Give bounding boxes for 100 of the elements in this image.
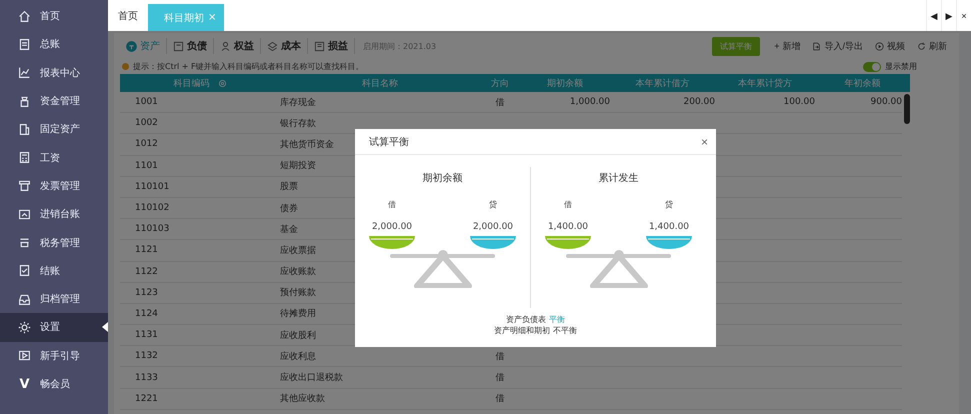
- receipt-icon: [18, 179, 31, 192]
- layers-icon: [267, 40, 278, 52]
- table-cell: 1221: [135, 394, 158, 404]
- sidebar-item[interactable]: 进销台账: [0, 200, 108, 228]
- table-cell-text: 基金: [280, 224, 298, 236]
- table-cell-text: 借: [496, 372, 504, 384]
- period-label: 启用期间：2021.03: [363, 40, 436, 52]
- table-cell-text: 债券: [280, 202, 298, 215]
- gear-icon: [18, 320, 31, 334]
- sidebar-item[interactable]: 新手引导: [0, 342, 108, 370]
- toggle-switch[interactable]: [863, 62, 881, 72]
- table-cell: 1001: [135, 97, 158, 108]
- sidebar-item[interactable]: 资金管理: [0, 86, 108, 116]
- column-header: 科目名称: [362, 78, 398, 90]
- pointer-icon: [102, 322, 108, 332]
- table-cell-text: 应收账款: [280, 266, 316, 278]
- table-cell-text: 应收股利: [280, 330, 316, 342]
- info-icon: [122, 63, 129, 70]
- table-cell-text: 待摊费用: [280, 308, 316, 320]
- table-cell: 200.00: [684, 97, 715, 108]
- table-cell-text: 应收利息: [280, 350, 316, 363]
- section-title: 期初余额: [422, 172, 464, 185]
- toggle-label: 显示禁用: [885, 61, 917, 72]
- screen-icon: [18, 208, 31, 221]
- scrollbar[interactable]: [904, 94, 910, 124]
- chart-icon: [18, 66, 31, 80]
- debit-amount: 2,000.00: [372, 222, 412, 232]
- table-cell: 1101: [135, 160, 158, 171]
- table-cell: 1012: [135, 139, 158, 150]
- table-cell: 1123: [135, 288, 158, 298]
- table-cell-text: 借: [496, 350, 504, 363]
- sidebar-item[interactable]: 报表中心: [0, 58, 108, 87]
- calculator-icon: [18, 151, 31, 164]
- table-cell-text: 应收出口退税款: [280, 372, 343, 384]
- column-header: 本年累计贷方: [738, 78, 792, 90]
- sidebar-item[interactable]: 发票管理: [0, 172, 108, 200]
- debit-label: 借: [564, 199, 572, 210]
- tip-text: 提示：按Ctrl + F键并输入科目编码或者科目名称可以查找科目。: [133, 61, 364, 72]
- table-cell: 1122: [135, 266, 158, 277]
- section-title: 累计发生: [598, 172, 640, 185]
- table-cell: 1132: [135, 351, 158, 362]
- toolbar-button[interactable]: 刷新: [911, 40, 953, 52]
- table-cell-text: 其他货币资金: [280, 138, 334, 151]
- play-icon: [875, 42, 884, 50]
- table-cell-text: 银行存款: [280, 118, 316, 130]
- close-button[interactable]: ×: [700, 134, 708, 148]
- table-cell: 110101: [135, 182, 170, 192]
- sidebar-item[interactable]: 归档管理: [0, 284, 108, 314]
- list-icon: [173, 40, 184, 52]
- category-tab[interactable]: 成本: [261, 38, 308, 54]
- sidebar-item[interactable]: 首页: [0, 2, 108, 30]
- coin-icon: [126, 40, 137, 52]
- table-cell: 900.00: [870, 97, 902, 108]
- sidebar-item[interactable]: 税务管理: [0, 228, 108, 257]
- refresh-icon: [917, 42, 926, 50]
- sidebar-item[interactable]: 固定资产: [0, 115, 108, 144]
- credit-amount: 2,000.00: [472, 222, 514, 232]
- toolbar-button[interactable]: 视频: [869, 40, 911, 52]
- category-tab[interactable]: 负债: [167, 38, 214, 54]
- page-tab[interactable]: 首页: [108, 0, 148, 31]
- tray-icon: [18, 292, 31, 306]
- toolbar-button[interactable]: + 新增: [768, 40, 806, 52]
- toolbar-button[interactable]: 导入/导出: [806, 40, 869, 52]
- result-text: 资产负债表 平衡: [505, 314, 566, 325]
- table-cell-text: 借: [496, 393, 504, 406]
- sidebar-item[interactable]: V 畅会员: [0, 370, 108, 398]
- person-icon: [220, 40, 231, 52]
- result-text: 资产明细和期初 不平衡: [493, 325, 578, 336]
- column-header: 方向: [491, 78, 509, 90]
- table-cell-text: 短期投资: [280, 160, 316, 172]
- bag-icon: [18, 94, 31, 108]
- settings-icon[interactable]: [218, 78, 226, 88]
- credit-amount: 1,400.00: [648, 222, 690, 232]
- credit-label: 贷: [665, 199, 673, 210]
- table-cell-text: 股票: [280, 180, 298, 194]
- category-tab[interactable]: 损益: [308, 38, 355, 54]
- sidebar-item[interactable]: 工资: [0, 143, 108, 172]
- table-cell: 1121: [135, 245, 158, 256]
- table-cell: 1002: [135, 118, 158, 128]
- table-cell-text: 应收票据: [280, 244, 316, 257]
- table-cell: 1133: [135, 372, 158, 383]
- table-cell: 110103: [135, 224, 170, 234]
- house-icon: [18, 10, 31, 23]
- table-cell-text: 其他应收款: [280, 392, 325, 406]
- category-tab[interactable]: 权益: [214, 38, 261, 54]
- stack-icon: [18, 236, 31, 250]
- dialog-title: 试算平衡: [369, 136, 409, 148]
- list-icon: [314, 40, 325, 52]
- table-cell: 1,000.00: [570, 97, 610, 108]
- play-icon: [18, 349, 31, 362]
- sidebar-item[interactable]: 设置: [0, 313, 108, 342]
- credit-label: 贷: [489, 199, 497, 210]
- sidebar-item[interactable]: 总账: [0, 30, 108, 59]
- column-header: 科目编码: [174, 78, 210, 90]
- column-header: 本年累计借方: [636, 78, 690, 90]
- building-icon: [18, 122, 31, 136]
- sidebar-item[interactable]: 结账: [0, 256, 108, 285]
- table-cell: 1131: [135, 330, 158, 340]
- table-cell: 110102: [135, 203, 170, 214]
- member-icon: V: [18, 376, 31, 392]
